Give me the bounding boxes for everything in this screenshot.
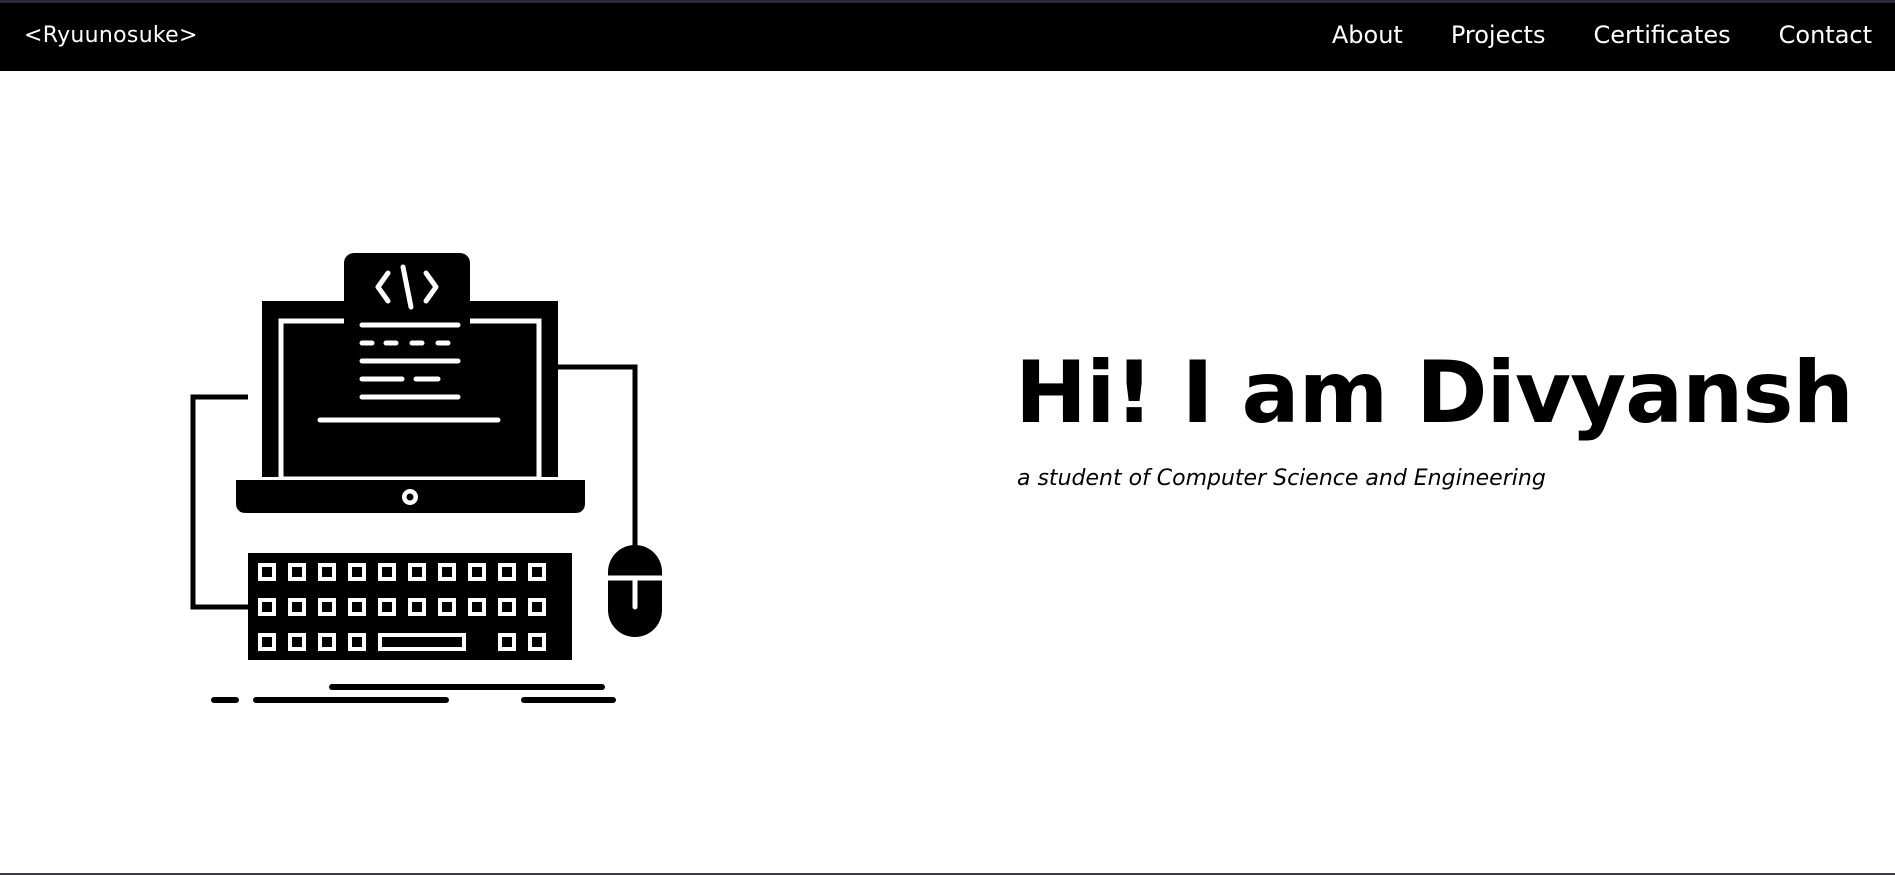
hero-title: Hi! I am Divyansh (1015, 343, 1854, 443)
nav-link-certificates[interactable]: Certificates (1593, 21, 1730, 49)
brand-logo[interactable]: <Ryuunosuke> (24, 23, 198, 48)
hero-text: Hi! I am Divyansh a student of Computer … (1015, 343, 1854, 491)
nav-link-contact[interactable]: Contact (1779, 21, 1872, 49)
nav-links: About Projects Certificates Contact (1332, 21, 1872, 49)
nav-link-about[interactable]: About (1332, 21, 1403, 49)
navbar: <Ryuunosuke> About Projects Certificates… (0, 0, 1895, 71)
nav-link-projects[interactable]: Projects (1451, 21, 1546, 49)
hero-subtitle: a student of Computer Science and Engine… (1017, 466, 1546, 491)
laptop-code-keyboard-mouse-icon (180, 245, 670, 715)
